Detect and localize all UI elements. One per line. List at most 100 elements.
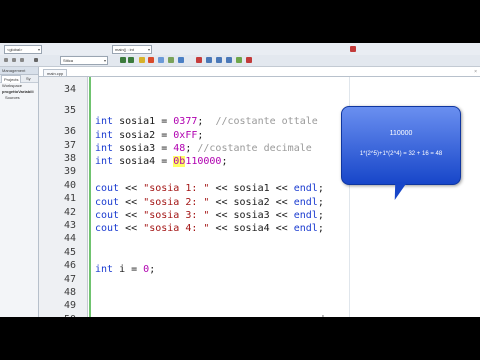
member-combo-value: main() : int (115, 47, 134, 52)
code-line-41[interactable]: cout << "sosia 1: " << sosia1 << endl; (95, 183, 324, 194)
code-text: i = (113, 264, 144, 275)
tab-symbols[interactable]: Sy (24, 75, 33, 82)
run-icon[interactable] (158, 57, 164, 63)
search-combo-value: Sttica (63, 58, 74, 63)
line-number: 43 (63, 220, 76, 231)
step-out-icon[interactable] (226, 57, 232, 63)
line-number: 36 (63, 126, 76, 137)
grip-icon (12, 58, 16, 62)
code-text: ; (185, 143, 198, 154)
callout-binary: 110000 (389, 130, 413, 137)
grip-icon (20, 58, 24, 62)
string-literal: "sosia 4: " (143, 223, 210, 234)
code-line-43[interactable]: cout << "sosia 3: " << sosia3 << endl; (95, 210, 324, 221)
line-number: 38 (63, 153, 76, 164)
code-text: ; (197, 116, 216, 127)
close-icon[interactable]: × (474, 69, 477, 75)
tree-sources[interactable]: Sources (0, 95, 38, 101)
code-line-42[interactable]: cout << "sosia 2: " << sosia2 << endl; (95, 197, 324, 208)
keyword: int (95, 143, 114, 154)
code-text: << (119, 183, 144, 194)
fold-bar (89, 77, 91, 317)
keyword: endl (293, 210, 318, 221)
line-number: 37 (63, 140, 76, 151)
chevron-down-icon: ▾ (147, 47, 150, 52)
code-line-38[interactable]: int sosia3 = 48; //costante decimale (95, 143, 312, 154)
code-text: ; (317, 210, 324, 221)
line-number: 42 (63, 207, 76, 218)
scope-combo[interactable]: <global> ▾ (4, 45, 42, 54)
code-text: ; (317, 183, 324, 194)
code-text: << sosia1 << (209, 183, 294, 194)
keyword: endl (293, 183, 318, 194)
keyword: int (95, 130, 114, 141)
stop-icon[interactable] (350, 46, 356, 52)
code-text: ; (221, 156, 228, 167)
code-editor[interactable]: main.cpp × 34 35 36 37 38 39 40 41 42 43… (39, 67, 480, 317)
debug-icon[interactable] (196, 57, 202, 63)
build-icon[interactable] (148, 57, 154, 63)
code-text: sosia2 = (113, 130, 174, 141)
line-number: 47 (63, 274, 76, 285)
rebuild-icon[interactable] (178, 57, 184, 63)
keyword: int (95, 264, 114, 275)
code-text: sosia4 = (113, 156, 174, 167)
code-text: ; (149, 264, 156, 275)
number-literal: 0xFF (173, 130, 198, 141)
number-literal: 48 (173, 143, 186, 154)
member-combo[interactable]: main() : int ▾ (112, 45, 152, 54)
build-run-icon[interactable] (168, 57, 174, 63)
code-text: sosia1 = (113, 116, 174, 127)
explanation-callout: 110000 1*(2^5)+1*(2^4) = 32 + 16 = 48 (341, 106, 461, 185)
step-icon[interactable] (206, 57, 212, 63)
number-literal: 0377 (173, 116, 198, 127)
keyword: int (95, 156, 114, 167)
code-line-37[interactable]: int sosia2 = 0xFF; (95, 130, 203, 141)
line-number: 41 (63, 193, 76, 204)
search-combo[interactable]: Sttica ▾ (60, 56, 108, 65)
line-number: 49 (63, 300, 76, 311)
code-text: ; (317, 197, 324, 208)
code-line-39[interactable]: int sosia4 = 0b110000; (95, 156, 227, 167)
keyword: cout (95, 223, 120, 234)
text-cursor-icon: I (322, 315, 324, 317)
line-number: 35 (63, 105, 76, 116)
line-number: 50 (64, 314, 76, 317)
tab-divider (39, 76, 480, 77)
code-line-36[interactable]: int sosia1 = 0377; //costante ottale (95, 116, 318, 127)
grip-icon (34, 58, 38, 62)
line-number: 44 (63, 233, 76, 244)
keyword: cout (95, 197, 120, 208)
comment: //costante decimale (197, 143, 312, 154)
code-line-47[interactable]: int i = 0; (95, 264, 155, 275)
number-literal: 110000 (185, 156, 222, 167)
string-literal: "sosia 2: " (143, 197, 210, 208)
code-text: << (119, 210, 144, 221)
comment: //costante ottale (215, 116, 318, 127)
line-number: 40 (63, 180, 76, 191)
line-number: 39 (63, 166, 76, 177)
chevron-down-icon: ▾ (37, 47, 40, 52)
callout-formula: 1*(2^5)+1*(2^4) = 32 + 16 = 48 (359, 151, 443, 157)
keyword: int (95, 116, 114, 127)
bookmark-icon[interactable] (139, 57, 145, 63)
search-prev-icon[interactable] (120, 57, 126, 63)
string-literal: "sosia 3: " (143, 210, 210, 221)
search-next-icon[interactable] (128, 57, 134, 63)
keyword: cout (95, 210, 120, 221)
continue-icon[interactable] (236, 57, 242, 63)
panel-tabs: Projects Sy (0, 75, 38, 83)
chevron-down-icon: ▾ (103, 58, 106, 63)
code-text: << sosia2 << (209, 197, 294, 208)
management-panel: Management Projects Sy Workspace progett… (0, 67, 39, 317)
code-line-44[interactable]: cout << "sosia 4: " << sosia4 << endl; (95, 223, 324, 234)
tab-projects[interactable]: Projects (1, 75, 22, 83)
stop-debug-icon[interactable] (246, 57, 252, 63)
code-text: ; (317, 223, 324, 234)
code-text: << (119, 223, 144, 234)
line-number: 45 (63, 247, 76, 258)
keyword: endl (293, 223, 318, 234)
highlighted-prefix: 0b (173, 156, 186, 167)
step-into-icon[interactable] (216, 57, 222, 63)
code-text: ; (197, 130, 204, 141)
